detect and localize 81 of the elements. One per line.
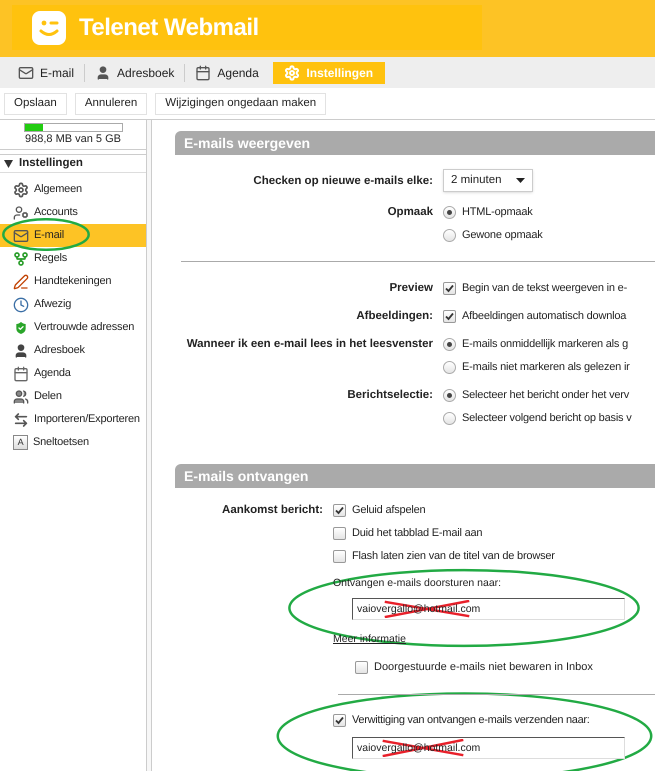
option-label: Afbeeldingen automatisch downloa [462, 308, 626, 324]
toolbar-button[interactable]: Opslaan [4, 92, 67, 114]
gear-icon [13, 182, 29, 198]
setting-label: Preview [390, 281, 433, 296]
toolbar-button[interactable]: Annuleren [74, 92, 148, 114]
calendar-icon [13, 366, 29, 382]
sidebar-item[interactable]: Vertrouwde adressen [0, 316, 146, 339]
option-label: Begin van de tekst weergeven in e- [462, 280, 628, 296]
fork-icon [13, 250, 29, 266]
user-gear-icon [13, 204, 29, 220]
option-label: Gewone opmaak [462, 228, 543, 243]
setting-label: Afbeeldingen: [356, 309, 433, 324]
check-icon [335, 716, 344, 725]
checkbox[interactable] [355, 661, 368, 674]
setting-label: Aankomst bericht: [222, 503, 323, 518]
option-label: Verwittiging van ontvangen e-mails verzenden naar: [352, 713, 590, 728]
interval-dropdown[interactable]: 2 minuten [443, 169, 533, 192]
people-icon [13, 388, 29, 404]
setting-label: Opmaak [388, 205, 433, 220]
checkbox[interactable] [443, 310, 456, 322]
sidebar-item[interactable]: Importeren/Exporteren [0, 408, 146, 431]
checkbox[interactable] [333, 526, 346, 540]
sidebar-item[interactable]: Agenda [0, 362, 146, 385]
option-label: Geluid afspelen [352, 502, 426, 518]
checkbox[interactable] [333, 714, 346, 727]
sidebar-item[interactable]: A Sneltoetsen [0, 431, 146, 454]
option-label: HTML-opmaak [462, 204, 533, 220]
toolbar-button[interactable]: Wijzigingen ongedaan maken [155, 92, 326, 114]
nav-tab[interactable]: E-mail [8, 62, 84, 84]
check-icon [445, 284, 454, 292]
nav-tab[interactable]: Adresboek [85, 62, 184, 84]
checkbox[interactable] [443, 282, 456, 294]
nav-icon [284, 64, 300, 80]
nav-icon [18, 64, 34, 80]
sidebar-item[interactable]: Adresboek [0, 339, 146, 362]
option-label: Flash laten zien van de titel van de browser [352, 548, 555, 564]
option-label: E-mails onmiddellijk markeren als g [462, 336, 628, 352]
nav-icon [195, 64, 212, 80]
sidebar-item[interactable]: Accounts [0, 201, 146, 224]
checkbox[interactable] [333, 504, 346, 516]
pen-icon [13, 274, 29, 290]
setting-label: Wanneer ik een e-mail lees in het leesvenster [186, 337, 433, 352]
option-label: Duid het tabblad E-mail aan [352, 526, 482, 541]
field-label: Ontvangen e-mails doorsturen naar: [333, 576, 502, 591]
setting-label: Checken op nieuwe e-mails elke: [253, 174, 433, 188]
expand-triangle-icon[interactable] [4, 160, 13, 168]
sidebar-item[interactable]: Afwezig [0, 293, 146, 316]
option-label: Doorgestuurde e-mails niet bewaren in Inbox [374, 660, 593, 676]
sidebar-heading: Instellingen [19, 156, 83, 171]
radio-button[interactable] [443, 228, 456, 242]
radio-button[interactable] [443, 206, 456, 218]
storage-text: 988,8 MB van 5 GB [25, 132, 121, 146]
radio-button[interactable] [443, 338, 456, 350]
app-title: Telenet Webmail [79, 12, 259, 42]
radio-button[interactable] [443, 360, 456, 374]
section-header: E-mails weergeven [175, 131, 655, 155]
sidebar-item[interactable]: E-mail [0, 224, 146, 247]
clock-icon [13, 296, 29, 312]
option-label: Selecteer het bericht onder het verv [462, 388, 630, 403]
smiley-logo-icon [31, 10, 67, 46]
nav-tab[interactable]: Agenda [185, 62, 269, 84]
key-icon: A [13, 435, 28, 450]
sidebar-item[interactable]: Regels [0, 247, 146, 270]
setting-label: Berichtselectie: [347, 388, 433, 403]
check-icon [445, 312, 454, 320]
option-label: E-mails niet markeren als gelezen ir [462, 360, 630, 375]
sidebar-item[interactable]: Algemeen [0, 178, 146, 201]
shield-check-icon [13, 320, 29, 336]
section-header: E-mails ontvangen [175, 464, 655, 488]
checkbox[interactable] [333, 550, 346, 562]
check-icon [335, 506, 344, 514]
arrows-icon [13, 412, 29, 428]
person-icon [13, 342, 29, 358]
envelope-icon [13, 228, 29, 244]
option-label: Selecteer volgend bericht op basis v [462, 410, 632, 426]
nav-icon [95, 64, 112, 80]
radio-button[interactable] [443, 388, 456, 402]
caret-icon [516, 178, 525, 183]
sidebar-item[interactable]: Delen [0, 385, 146, 408]
radio-button[interactable] [443, 412, 456, 424]
sidebar-item[interactable]: Handtekeningen [0, 270, 146, 293]
